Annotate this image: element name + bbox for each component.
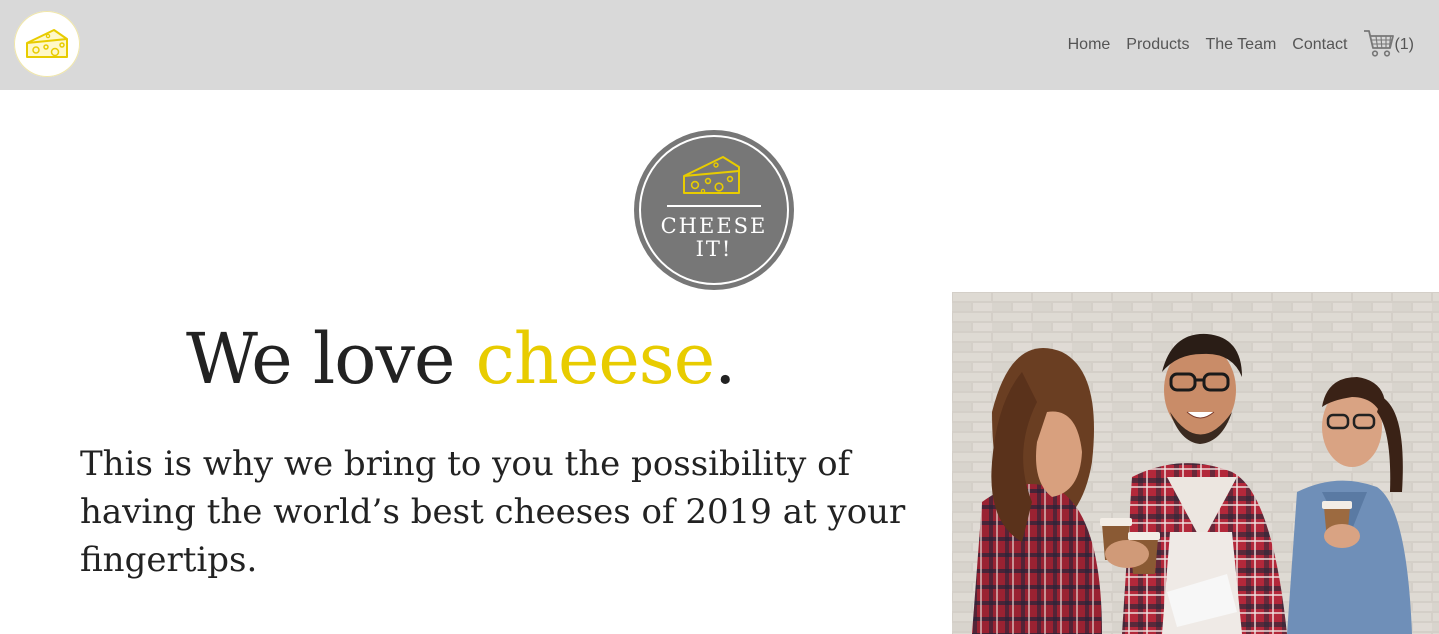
hero-subtext: This is why we bring to you the possibil… [80, 444, 906, 580]
nav-links: Home Products The Team Contact (1) [1052, 0, 1439, 90]
team-photo [952, 292, 1439, 634]
emblem-line-2: IT! [695, 237, 733, 261]
nav-contact-link[interactable]: Contact [1292, 36, 1347, 54]
cheese-logo-icon[interactable] [14, 11, 80, 77]
shopping-cart-icon [1363, 28, 1395, 63]
cart-button[interactable]: (1) [1363, 28, 1414, 63]
nav-team-link[interactable]: The Team [1205, 36, 1276, 54]
hero-headline: We love cheese. [186, 318, 736, 400]
headline-period: . [714, 318, 736, 400]
nav-home-link[interactable]: Home [1068, 36, 1111, 54]
nav-products-link[interactable]: Products [1126, 36, 1189, 54]
cheese-it-emblem: CHEESE IT! [633, 129, 795, 291]
cart-count: (1) [1394, 36, 1414, 53]
navbar: Home Products The Team Contact (1) [0, 0, 1439, 90]
emblem-line-1: CHEESE [660, 214, 768, 238]
headline-accent: cheese [475, 318, 715, 400]
headline-text: We love [186, 318, 476, 400]
